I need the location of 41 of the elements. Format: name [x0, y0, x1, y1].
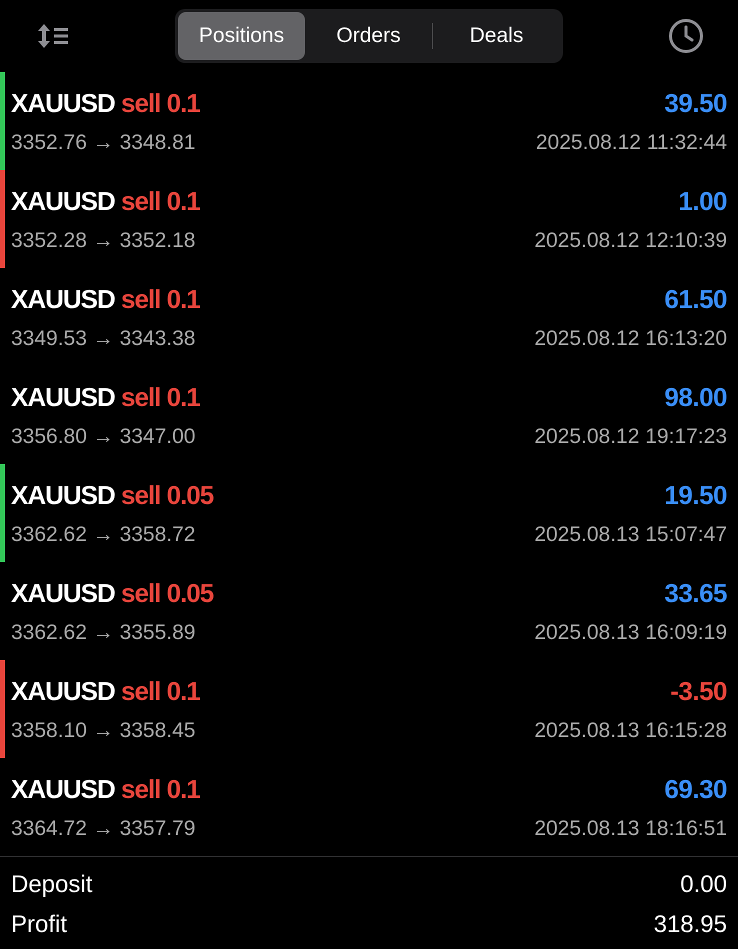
price-range: 3356.80 → 3347.00: [11, 424, 196, 448]
summary-value: 0.00: [680, 871, 727, 899]
deal-title: XAUUSD sell 0.05: [11, 480, 214, 510]
deal-time: 2025.08.12 12:10:39: [534, 228, 727, 252]
deal-time: 2025.08.13 15:07:47: [534, 522, 727, 546]
deal-time: 2025.08.12 11:32:44: [536, 130, 727, 154]
history-icon[interactable]: [668, 18, 704, 54]
deal-time: 2025.08.13 16:15:28: [534, 718, 727, 742]
price-range: 3358.10 → 3358.45: [11, 718, 196, 742]
deal-time: 2025.08.13 16:09:19: [534, 620, 727, 644]
profit-value: -3.50: [670, 676, 727, 706]
profit-value: 98.00: [664, 382, 727, 412]
profit-value: 33.65: [664, 578, 727, 608]
deal-title: XAUUSD sell 0.1: [11, 676, 200, 706]
sort-icon[interactable]: [36, 22, 70, 50]
deal-time: 2025.08.12 16:13:20: [534, 326, 727, 350]
price-range: 3352.28 → 3352.18: [11, 228, 196, 252]
price-range: 3349.53 → 3343.38: [11, 326, 196, 350]
summary-value: 318.95: [654, 911, 727, 939]
tab[interactable]: Orders: [305, 12, 432, 60]
price-range: 3362.62 → 3358.72: [11, 522, 196, 546]
summary-label: Profit: [11, 911, 68, 939]
deal-title: XAUUSD sell 0.05: [11, 578, 214, 608]
tab[interactable]: Deals: [433, 12, 560, 60]
deal-title: XAUUSD sell 0.1: [11, 284, 200, 314]
profit-value: 1.00: [678, 186, 727, 216]
summary-label: Deposit: [11, 871, 92, 899]
price-range: 3362.62 → 3355.89: [11, 620, 196, 644]
deal-title: XAUUSD sell 0.1: [11, 382, 200, 412]
deal-time: 2025.08.13 18:16:51: [534, 816, 727, 840]
deal-title: XAUUSD sell 0.1: [11, 88, 200, 118]
deal-time: 2025.08.12 19:17:23: [534, 424, 727, 448]
tab[interactable]: Positions: [178, 12, 305, 60]
profit-value: 69.30: [664, 774, 727, 804]
price-range: 3352.76 → 3348.81: [11, 130, 196, 154]
price-range: 3364.72 → 3357.79: [11, 816, 196, 840]
deal-title: XAUUSD sell 0.1: [11, 774, 200, 804]
profit-value: 39.50: [664, 88, 727, 118]
profit-value: 19.50: [664, 480, 727, 510]
profit-value: 61.50: [664, 284, 727, 314]
deal-title: XAUUSD sell 0.1: [11, 186, 200, 216]
